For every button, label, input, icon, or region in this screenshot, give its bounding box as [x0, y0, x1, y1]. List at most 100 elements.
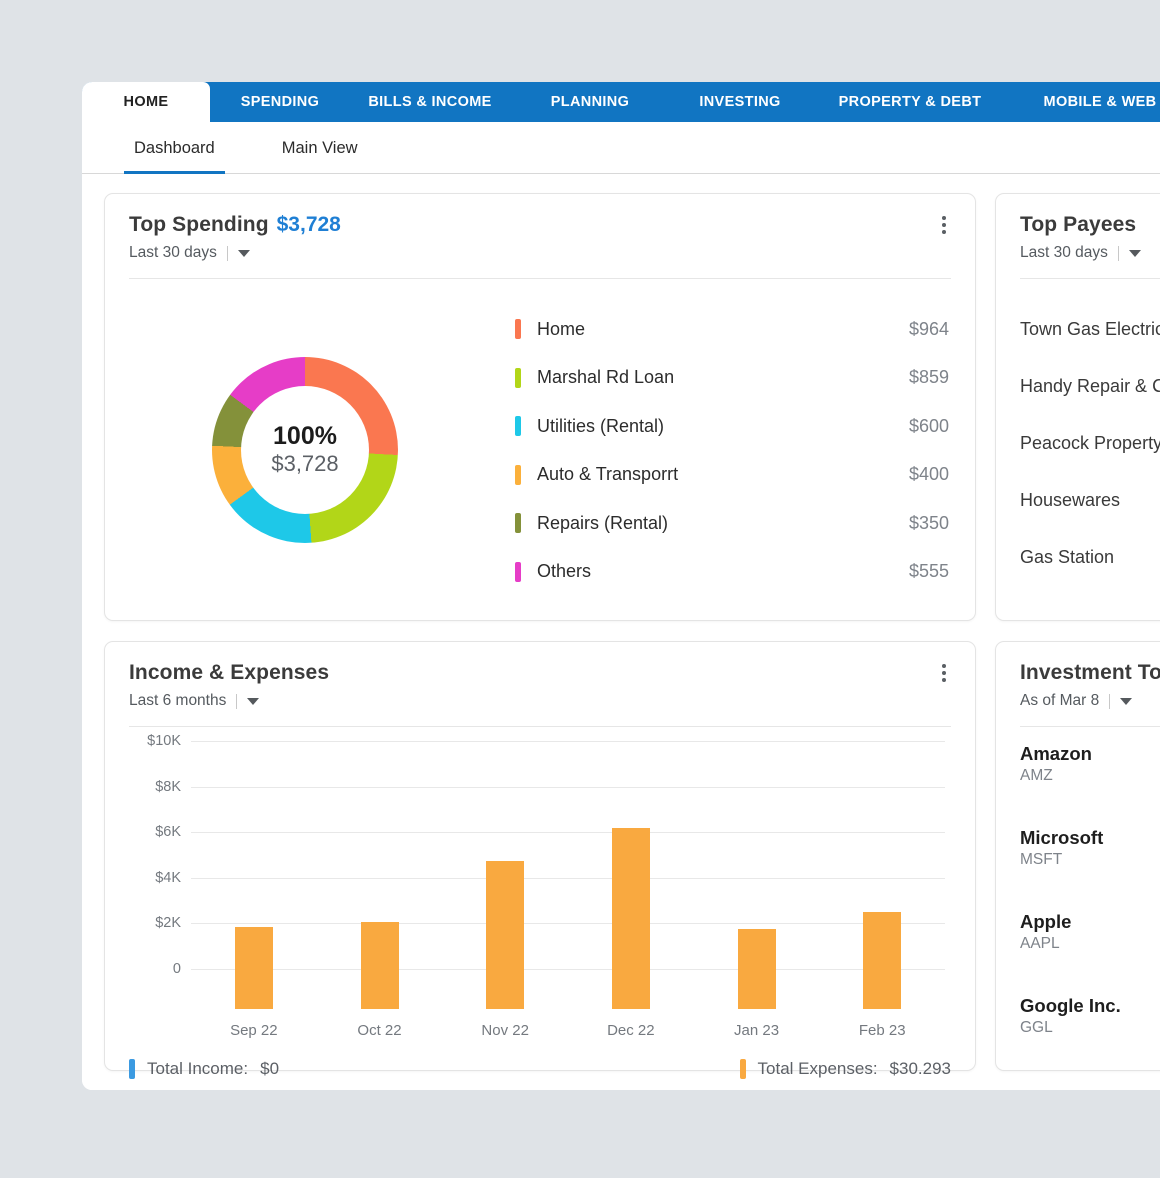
chart-x-axis-labels: Sep 22Oct 22Nov 22Dec 22Jan 23Feb 23 — [191, 1022, 945, 1039]
total-expenses-value: $30.293 — [890, 1059, 951, 1079]
kebab-dot — [942, 678, 946, 682]
x-axis-label: Oct 22 — [317, 1022, 443, 1039]
y-axis-label: $10K — [129, 733, 181, 749]
nav-tab-spending[interactable]: SPENDING — [210, 82, 350, 122]
list-item[interactable]: Apple AAPL — [1020, 911, 1160, 995]
y-axis-label: $2K — [129, 915, 181, 931]
card-top-spending: Top Spending $3,728 Last 30 days — [104, 193, 976, 621]
nav-tab-mobile-web[interactable]: MOBILE & WEB — [1010, 82, 1160, 122]
chart-bar[interactable] — [235, 927, 273, 1009]
list-item[interactable]: Utilities (Rental) $600 — [515, 402, 949, 451]
legend-color-swatch — [515, 562, 521, 582]
chevron-down-icon[interactable] — [1129, 250, 1141, 257]
divider — [129, 726, 951, 727]
investment-ticker: AAPL — [1020, 935, 1160, 953]
divider — [1020, 278, 1160, 279]
secondary-navigation-bar: Dashboard Main View — [82, 122, 1160, 174]
nav-tab-bills-income[interactable]: BILLS & INCOME — [350, 82, 510, 122]
chevron-down-icon[interactable] — [247, 698, 259, 705]
divider — [1118, 246, 1119, 261]
card-income-expenses: Income & Expenses Last 6 months 0$2K$4K$… — [104, 641, 976, 1071]
chevron-down-icon[interactable] — [238, 250, 250, 257]
list-item[interactable]: Others $555 — [515, 548, 949, 597]
legend-value: $600 — [909, 416, 949, 437]
investment-name: Google Inc. — [1020, 995, 1160, 1017]
card-top-payees: Top Payees Last 30 days Town Gas Electri… — [995, 193, 1160, 621]
chart-footer-legend: Total Income: $0 Total Expenses: $30.293 — [129, 1059, 951, 1079]
divider — [1020, 726, 1160, 727]
legend-label: Marshal Rd Loan — [537, 367, 909, 388]
legend-color-swatch — [515, 368, 521, 388]
legend-total-income: Total Income: $0 — [129, 1059, 279, 1079]
nav-tab-investing[interactable]: INVESTING — [670, 82, 810, 122]
card-header: Top Spending $3,728 Last 30 days — [105, 194, 975, 279]
kebab-menu-icon[interactable] — [935, 214, 953, 236]
card-title: Top Spending — [129, 213, 269, 237]
divider — [1109, 694, 1110, 709]
x-axis-label: Feb 23 — [819, 1022, 945, 1039]
legend-color-swatch — [515, 319, 521, 339]
chart-bar[interactable] — [486, 861, 524, 1009]
chart-bar[interactable] — [361, 922, 399, 1009]
list-item[interactable]: Auto & Transporrt $400 — [515, 451, 949, 500]
card-period-selector[interactable]: Last 30 days — [1020, 244, 1160, 262]
list-item[interactable]: Marshal Rd Loan $859 — [515, 354, 949, 403]
bar-chart: 0$2K$4K$6K$8K$10K Sep 22Oct 22Nov 22Dec … — [129, 741, 951, 1009]
donut-chart[interactable]: 100% $3,728 — [212, 357, 398, 543]
legend-color-swatch — [515, 513, 521, 533]
list-item[interactable]: Home $964 — [515, 305, 949, 354]
card-header: Top Payees Last 30 days — [996, 194, 1160, 279]
chevron-down-icon[interactable] — [1120, 698, 1132, 705]
period-label: As of Mar 8 — [1020, 692, 1099, 710]
nav-tab-property-debt[interactable]: PROPERTY & DEBT — [810, 82, 1010, 122]
bar-slot — [568, 781, 694, 1009]
bar-slot — [317, 781, 443, 1009]
list-item[interactable]: Peacock Property — [1020, 415, 1160, 472]
kebab-dot — [942, 664, 946, 668]
list-item[interactable]: Handy Repair & Co — [1020, 358, 1160, 415]
sub-tab-dashboard[interactable]: Dashboard — [124, 122, 225, 174]
list-item[interactable]: Housewares — [1020, 472, 1160, 529]
bar-slot — [442, 781, 568, 1009]
legend-value: $859 — [909, 367, 949, 388]
list-item[interactable]: Gas Station — [1020, 529, 1160, 586]
card-period-selector[interactable]: Last 30 days — [129, 244, 951, 262]
investment-name: Apple — [1020, 911, 1160, 933]
total-expenses-label: Total Expenses: — [758, 1059, 878, 1079]
list-item[interactable]: Google Inc. GGL — [1020, 995, 1160, 1079]
chart-bars — [191, 781, 945, 1009]
bar-slot — [819, 781, 945, 1009]
investment-name: Microsoft — [1020, 827, 1160, 849]
card-header: Income & Expenses Last 6 months — [105, 642, 975, 727]
x-axis-label: Dec 22 — [568, 1022, 694, 1039]
investment-ticker: AMZ — [1020, 767, 1160, 785]
card-period-selector[interactable]: Last 6 months — [129, 692, 951, 710]
list-item[interactable]: Amazon AMZ — [1020, 743, 1160, 827]
investment-ticker: MSFT — [1020, 851, 1160, 869]
investment-ticker: GGL — [1020, 1019, 1160, 1037]
card-period-selector[interactable]: As of Mar 8 — [1020, 692, 1160, 710]
legend-color-swatch — [129, 1059, 135, 1079]
chart-bar[interactable] — [612, 828, 650, 1009]
kebab-dot — [942, 216, 946, 220]
nav-tab-planning[interactable]: PLANNING — [510, 82, 670, 122]
kebab-dot — [942, 223, 946, 227]
card-title: Income & Expenses — [129, 661, 329, 685]
chart-bar[interactable] — [738, 929, 776, 1009]
chart-bar[interactable] — [863, 912, 901, 1009]
top-spending-body: 100% $3,728 Home $964 Marshal Rd Loan — [105, 279, 975, 619]
list-item[interactable]: Repairs (Rental) $350 — [515, 499, 949, 548]
application-window: HOMESPENDINGBILLS & INCOMEPLANNINGINVEST… — [82, 82, 1160, 1090]
kebab-menu-icon[interactable] — [935, 662, 953, 684]
list-item[interactable]: Microsoft MSFT — [1020, 827, 1160, 911]
top-spending-amount: $3,728 — [277, 213, 341, 237]
bar-slot — [694, 781, 820, 1009]
list-item[interactable]: Town Gas Electric — [1020, 301, 1160, 358]
y-axis-label: $8K — [129, 779, 181, 795]
total-income-label: Total Income: — [147, 1059, 248, 1079]
grid-line — [191, 741, 945, 742]
sub-tab-main-view[interactable]: Main View — [272, 122, 368, 174]
x-axis-label: Jan 23 — [694, 1022, 820, 1039]
nav-tab-home[interactable]: HOME — [82, 82, 210, 122]
y-axis-label: $4K — [129, 870, 181, 886]
